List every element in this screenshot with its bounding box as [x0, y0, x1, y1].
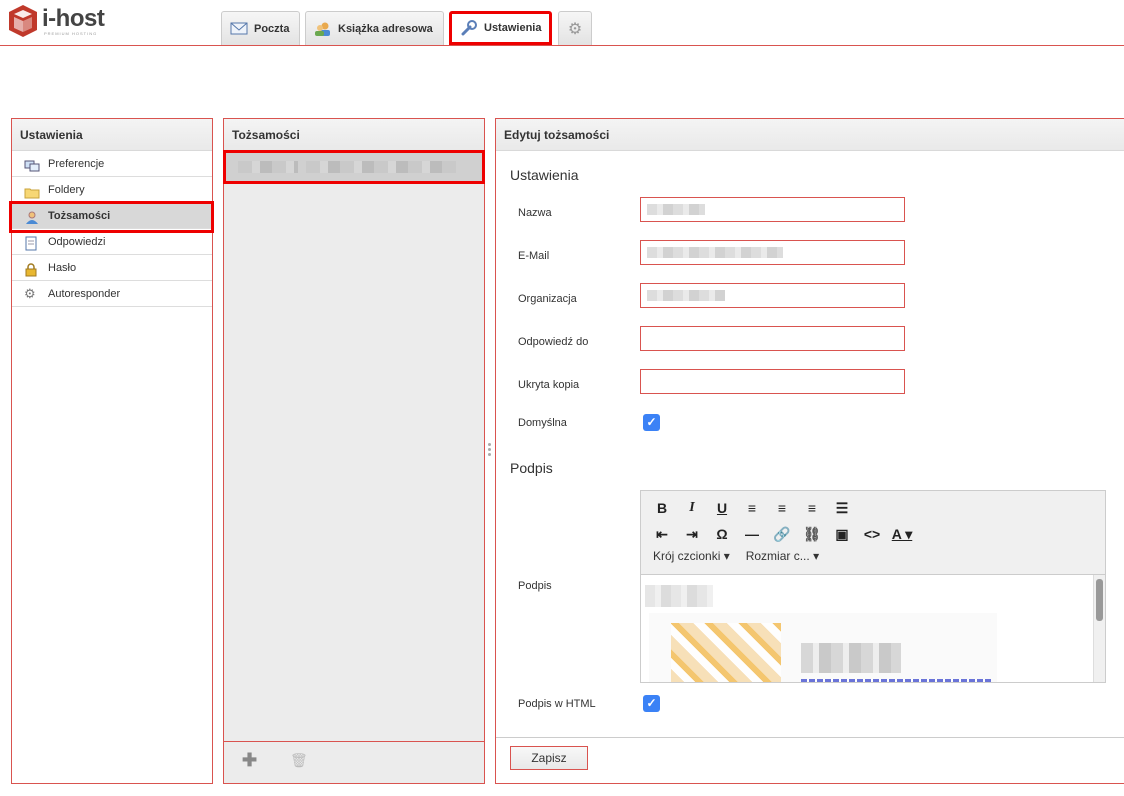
signature-logo-image [671, 623, 781, 682]
tab-settings[interactable]: Ustawienia [449, 11, 552, 45]
contacts-icon [314, 21, 332, 37]
default-label: Domyślna [518, 417, 567, 429]
settings-gear-tab[interactable]: ⚙ [558, 11, 592, 45]
justify-button[interactable]: ☰ [827, 497, 857, 519]
horizontal-rule-button[interactable]: — [737, 523, 767, 545]
text-color-button[interactable]: A ▾ [887, 523, 917, 545]
unlink-icon[interactable]: ⛓ [797, 523, 827, 545]
gear-icon: ⚙ [24, 286, 36, 301]
editor-toolbar-row-2: ⇤ ⇥ Ω — 🔗 ⛓ ▣ <> A ▾ [647, 523, 917, 545]
sidebar-item-label: Hasło [48, 262, 77, 274]
selection-highlight [9, 201, 214, 233]
tab-address-book-label: Książka adresowa [338, 22, 433, 35]
link-icon[interactable]: 🔗 [767, 523, 797, 545]
indent-button[interactable]: ⇥ [677, 523, 707, 545]
organization-field[interactable] [640, 283, 905, 308]
top-bar: i-host PREMIUM HOSTING Poczta Książka ad… [0, 0, 1124, 46]
identity-list-item[interactable] [223, 150, 485, 184]
gear-icon: ⚙ [567, 20, 583, 38]
edit-panel-footer: Zapisz [496, 737, 1124, 783]
sidebar-item-label: Odpowiedzi [48, 236, 106, 248]
default-checkbox[interactable]: ✓ [643, 414, 660, 431]
bcc-field[interactable] [640, 369, 905, 394]
brand-name: i-host [42, 5, 105, 32]
organization-label: Organizacja [518, 293, 577, 305]
special-char-button[interactable]: Ω [707, 523, 737, 545]
logo[interactable]: i-host PREMIUM HOSTING [8, 4, 108, 40]
signature-content[interactable] [641, 574, 1105, 682]
settings-section-title: Ustawienia [510, 167, 579, 183]
document-icon [24, 235, 38, 251]
reply-to-label: Odpowiedź do [518, 336, 589, 348]
html-signature-label: Podpis w HTML [518, 698, 596, 710]
folder-icon [24, 183, 40, 199]
sidebar-item-password[interactable]: Hasło [12, 255, 212, 281]
identities-panel: Tożsamości ✚ 🗑 [223, 118, 485, 784]
source-code-button[interactable]: <> [857, 523, 887, 545]
panel-splitter[interactable] [488, 443, 491, 461]
sidebar-item-label: Foldery [48, 184, 85, 196]
signature-section-title: Podpis [510, 460, 553, 476]
sidebar-item-label: Autoresponder [48, 288, 121, 300]
underline-button[interactable]: U [707, 497, 737, 519]
save-button[interactable]: Zapisz [510, 746, 588, 770]
signature-editor: B I U ≡ ≡ ≡ ☰ ⇤ ⇥ Ω — 🔗 ⛓ ▣ <> A ▾ Krój … [640, 490, 1106, 683]
logo-icon [9, 5, 37, 37]
sidebar-item-folders[interactable]: Foldery [12, 177, 212, 203]
html-signature-checkbox[interactable]: ✓ [643, 695, 660, 712]
tab-address-book[interactable]: Książka adresowa [305, 11, 444, 45]
brand-tagline: PREMIUM HOSTING [44, 31, 98, 36]
tab-mail[interactable]: Poczta [221, 11, 300, 45]
bcc-label: Ukryta kopia [518, 379, 580, 391]
editor-toolbar-row-1: B I U ≡ ≡ ≡ ☰ [647, 497, 857, 519]
sidebar-item-preferences[interactable]: Preferencje [12, 151, 212, 177]
tab-mail-label: Poczta [254, 22, 290, 35]
identities-footer: ✚ 🗑 [224, 741, 484, 783]
outdent-button[interactable]: ⇤ [647, 523, 677, 545]
email-label: E-Mail [518, 250, 550, 262]
delete-identity-button[interactable]: 🗑 [290, 752, 308, 769]
italic-button[interactable]: I [677, 497, 707, 519]
name-field[interactable] [640, 197, 905, 222]
editor-toolbar-row-3: Krój czcionki ▾ Rozmiar c... ▾ [653, 549, 835, 563]
align-center-button[interactable]: ≡ [767, 497, 797, 519]
image-icon[interactable]: ▣ [827, 523, 857, 545]
edit-panel-title: Edytuj tożsamości [496, 119, 1124, 151]
lock-icon [24, 261, 38, 277]
bold-button[interactable]: B [647, 497, 677, 519]
wrench-icon [460, 20, 478, 36]
preferences-icon [24, 157, 40, 172]
font-family-dropdown[interactable]: Krój czcionki ▾ [653, 549, 730, 563]
identities-panel-title: Tożsamości [224, 119, 484, 151]
name-label: Nazwa [518, 207, 552, 219]
reply-to-field[interactable] [640, 326, 905, 351]
email-field[interactable] [640, 240, 905, 265]
tab-settings-label: Ustawienia [484, 22, 542, 34]
editor-scrollbar[interactable] [1093, 575, 1105, 682]
settings-panel-title: Ustawienia [12, 119, 212, 151]
edit-identity-panel: Edytuj tożsamości Ustawienia Nazwa E-Mai… [495, 118, 1124, 784]
align-right-button[interactable]: ≡ [797, 497, 827, 519]
font-size-dropdown[interactable]: Rozmiar c... ▾ [746, 549, 819, 563]
align-left-button[interactable]: ≡ [737, 497, 767, 519]
sidebar-item-autoresponder[interactable]: ⚙ Autoresponder [12, 281, 212, 307]
signature-label: Podpis [518, 580, 552, 592]
envelope-icon [230, 21, 248, 37]
sidebar-item-label: Preferencje [48, 158, 105, 170]
add-identity-button[interactable]: ✚ [242, 750, 257, 771]
